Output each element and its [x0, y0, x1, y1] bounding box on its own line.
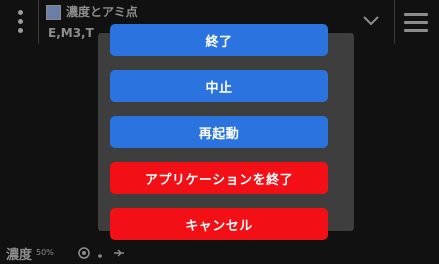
status-label: 濃度	[6, 248, 33, 263]
chevron-down-icon[interactable]	[362, 14, 380, 28]
app-subtitle: E,M3,T	[48, 26, 94, 40]
cancel-button[interactable]: キャンセル	[110, 208, 328, 240]
app-title: 濃度とアミ点	[66, 5, 138, 19]
hamburger-menu-icon[interactable]	[404, 13, 428, 33]
divider	[394, 0, 395, 44]
status-percent: 50%	[36, 248, 54, 257]
quit-application-button[interactable]: アプリケーションを終了	[110, 162, 328, 194]
status-icons	[78, 247, 124, 259]
stop-button[interactable]: 中止	[110, 70, 328, 102]
app-logo-icon	[46, 5, 61, 20]
kebab-menu-icon[interactable]	[14, 10, 26, 36]
divider	[38, 0, 39, 44]
restart-button[interactable]: 再起動	[110, 116, 328, 148]
exit-button[interactable]: 終了	[110, 24, 328, 56]
bottom-status-bar: 濃度 50%	[0, 242, 439, 264]
